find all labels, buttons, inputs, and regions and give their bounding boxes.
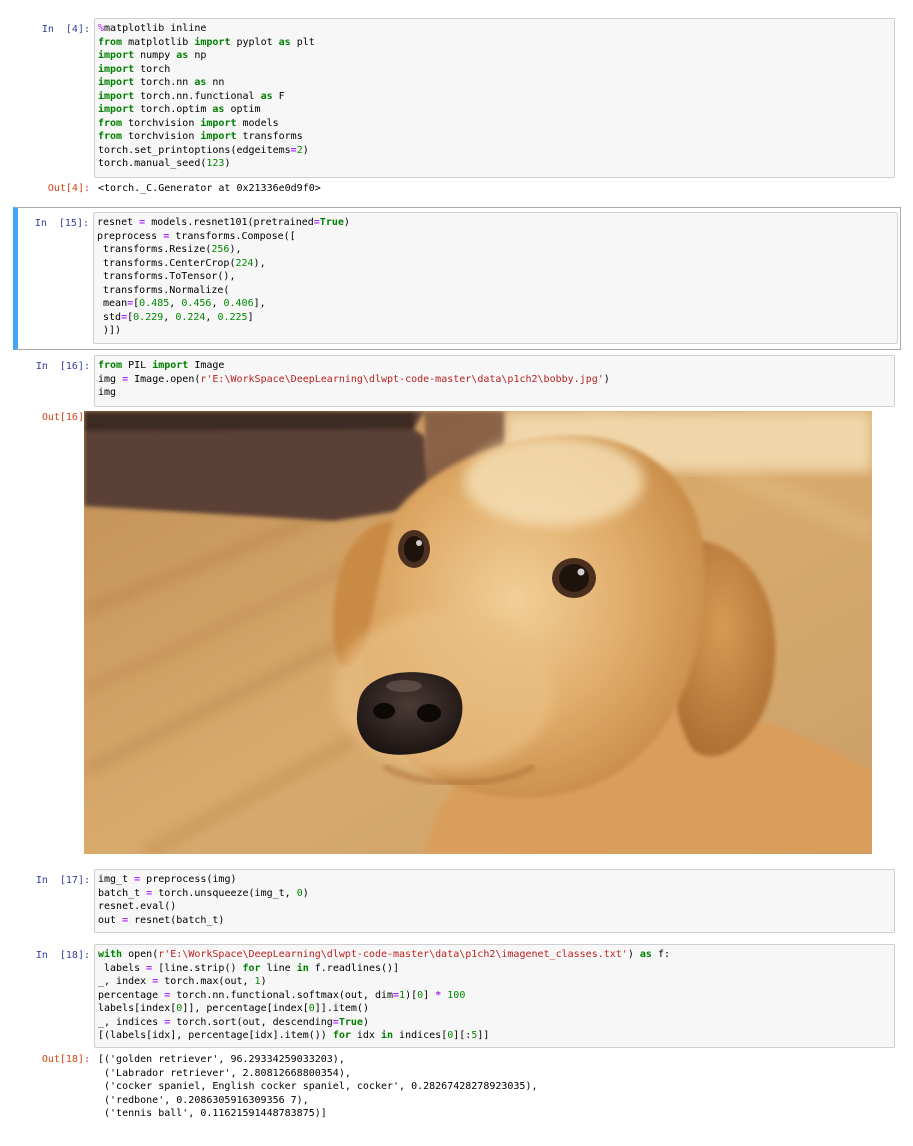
- code-cell-17[interactable]: In [17]: img_t = preprocess(img) batch_t…: [14, 869, 901, 935]
- in-prompt: In [16]:: [35, 361, 90, 372]
- notebook: In [4]: %matplotlib inline from matplotl…: [0, 0, 913, 1146]
- code-text[interactable]: img_t = preprocess(img) batch_t = torch.…: [98, 873, 890, 927]
- code-input[interactable]: img_t = preprocess(img) batch_t = torch.…: [94, 869, 895, 933]
- in-prompt: In [18]:: [35, 950, 90, 961]
- code-text[interactable]: resnet = models.resnet101(pretrained=Tru…: [97, 216, 893, 338]
- code-input[interactable]: from PIL import Image img = Image.open(r…: [94, 355, 895, 407]
- code-cell-4[interactable]: In [4]: %matplotlib inline from matplotl…: [14, 18, 901, 200]
- out-prompt: Out[4]:: [47, 183, 90, 194]
- code-text[interactable]: with open(r'E:\WorkSpace\DeepLearning\dl…: [98, 948, 890, 1043]
- code-input[interactable]: resnet = models.resnet101(pretrained=Tru…: [93, 212, 898, 344]
- code-cell-18[interactable]: In [18]: with open(r'E:\WorkSpace\DeepLe…: [14, 944, 901, 1134]
- out-prompt: Out[16]:: [41, 412, 90, 423]
- output-text: <torch._C.Generator at 0x21336e0d9f0>: [98, 183, 321, 194]
- output-text: [('golden retriever', 96.29334259033203)…: [98, 1054, 538, 1119]
- in-prompt: In [15]:: [34, 218, 89, 229]
- golden-retriever-photo: [84, 411, 872, 854]
- code-cell-15[interactable]: In [15]: resnet = models.resnet101(pretr…: [13, 207, 901, 350]
- dog-image-output: [84, 411, 872, 854]
- in-prompt: In [17]:: [35, 875, 90, 886]
- in-prompt: In [4]:: [41, 24, 90, 35]
- code-input[interactable]: with open(r'E:\WorkSpace\DeepLearning\dl…: [94, 944, 895, 1048]
- code-text[interactable]: %matplotlib inline from matplotlib impor…: [98, 22, 890, 171]
- out-prompt: Out[18]:: [41, 1054, 90, 1065]
- code-input[interactable]: %matplotlib inline from matplotlib impor…: [94, 18, 895, 178]
- code-text[interactable]: from PIL import Image img = Image.open(r…: [98, 359, 890, 400]
